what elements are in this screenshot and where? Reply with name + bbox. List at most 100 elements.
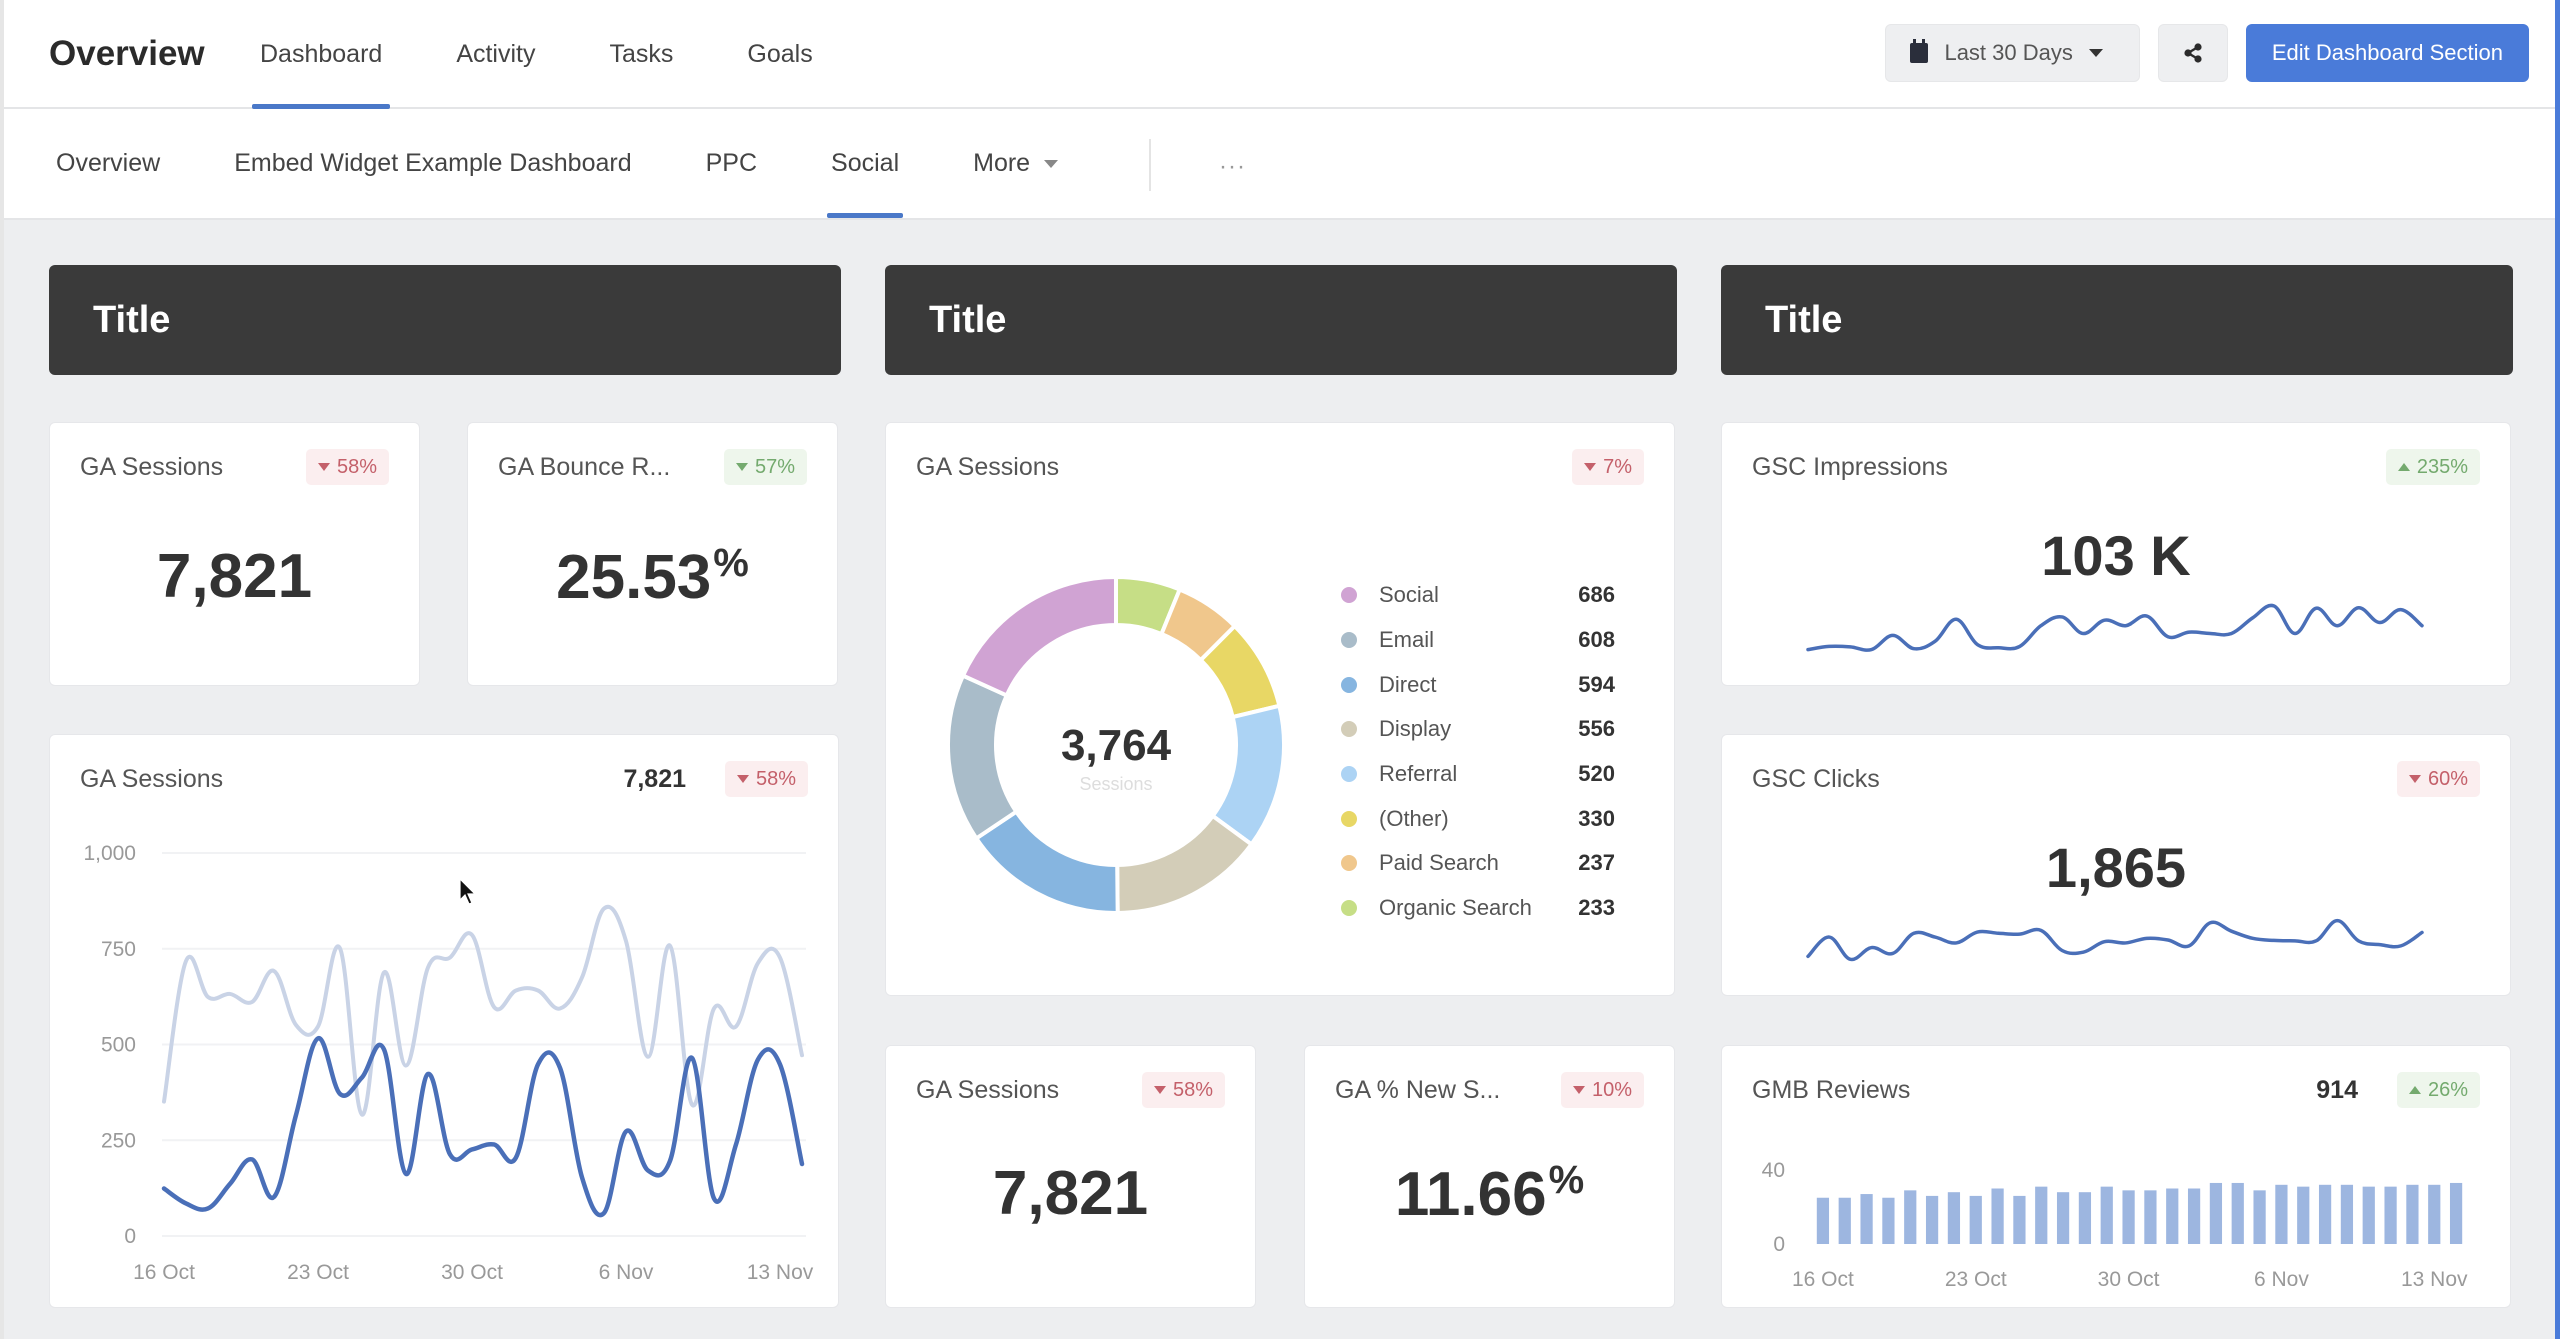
bar <box>2013 1195 2026 1244</box>
y-tick-label: 500 <box>101 1034 136 1057</box>
subtab-overview[interactable]: Overview <box>56 109 160 218</box>
x-tick-label: 23 Oct <box>1945 1268 2007 1291</box>
bar <box>2362 1186 2375 1244</box>
more-options-icon[interactable]: ··· <box>1219 153 1246 181</box>
widget-gmb-reviews[interactable]: GMB Reviews 914 26% 0 40 16 Oct 23 Oct 30 Oc… <box>1721 1045 2511 1308</box>
legend-item[interactable]: (Other) 330 <box>1341 796 1615 841</box>
bar <box>2318 1184 2332 1244</box>
bar <box>1838 1197 1851 1244</box>
x-tick-label: 13 Nov <box>2401 1268 2468 1291</box>
more-label: More <box>973 149 1031 177</box>
y-tick-label: 1,000 <box>83 842 136 865</box>
tab-dashboard[interactable]: Dashboard <box>251 0 391 109</box>
legend-label: Direct <box>1379 671 1437 697</box>
share-button[interactable] <box>2157 24 2228 82</box>
legend-value: 233 <box>1578 895 1615 921</box>
legend-value: 594 <box>1578 671 1615 697</box>
kpi-value: 25.53% <box>468 541 837 613</box>
bar <box>1969 1195 1982 1244</box>
subtab-social[interactable]: Social <box>827 109 904 218</box>
y-tick-label: 0 <box>1773 1233 1785 1256</box>
series-line-previous <box>162 904 804 1117</box>
legend-item[interactable]: Referral 520 <box>1341 752 1615 797</box>
widget-ga-sessions-line-chart[interactable]: GA Sessions 7,821 58% 0 250 500 750 1,000 16 … <box>49 734 839 1308</box>
kpi-value: 7,821 <box>156 542 313 611</box>
widget-ga-bounce-rate[interactable]: GA Bounce R... 57% 25.53% <box>467 422 838 686</box>
change-badge: 58% <box>305 449 389 485</box>
widget-title: GA % New S... <box>1335 1076 1501 1104</box>
x-tick-label: 30 Oct <box>441 1261 503 1284</box>
section-title-2: Title <box>885 265 1677 375</box>
kpi-number: 11.66 <box>1394 1160 1547 1229</box>
arrow-down-icon <box>1153 1086 1166 1094</box>
legend-value: 686 <box>1578 582 1615 608</box>
bar <box>2209 1182 2223 1244</box>
widget-ga-sessions-kpi[interactable]: GA Sessions 58% 7,821 <box>49 422 420 686</box>
donut-center-value: 3,764 <box>1061 721 1172 770</box>
widget-title: GA Sessions <box>80 453 224 481</box>
legend-label: Paid Search <box>1379 850 1499 876</box>
widget-ga-sessions-kpi-2[interactable]: GA Sessions 58% 7,821 <box>885 1045 1256 1308</box>
donut-slice-email <box>946 672 1020 842</box>
subtab-more[interactable]: More <box>973 109 1059 218</box>
x-tick-label: 30 Oct <box>2098 1268 2160 1291</box>
bar <box>2231 1182 2244 1244</box>
change-value: 58% <box>336 455 377 478</box>
edit-dashboard-section-button[interactable]: Edit Dashboard Section <box>2245 24 2529 82</box>
x-tick-label: 6 Nov <box>2254 1268 2309 1291</box>
tab-goals[interactable]: Goals <box>747 0 812 109</box>
bar <box>2144 1190 2157 1244</box>
donut-legend: Social 686 Email 608 Direct 594 Display 556 Refe… <box>1341 573 1615 931</box>
widget-ga-new-sessions[interactable]: GA % New S... 10% 11.66% <box>1304 1045 1675 1308</box>
section-title-3: Title <box>1721 265 2513 375</box>
tab-tasks[interactable]: Tasks <box>610 0 674 109</box>
bar <box>1816 1197 1830 1244</box>
bar <box>1925 1195 1939 1244</box>
change-value: 57% <box>754 455 795 478</box>
widget-title: GA Sessions <box>916 453 1060 481</box>
subtab-embed-widget-example[interactable]: Embed Widget Example Dashboard <box>234 109 631 218</box>
legend-dot-icon <box>1341 632 1357 649</box>
donut-center-label: Sessions <box>1079 774 1152 794</box>
change-badge: 58% <box>1141 1072 1225 1108</box>
arrow-down-icon <box>735 463 748 471</box>
bar <box>2275 1184 2288 1244</box>
legend-item[interactable]: Paid Search 237 <box>1341 841 1615 886</box>
main-tabs: Dashboard Activity Tasks Goals <box>251 0 887 109</box>
bar <box>2449 1182 2463 1244</box>
legend-item[interactable]: Organic Search 233 <box>1341 886 1615 931</box>
date-range-label: Last 30 Days <box>1944 40 2073 65</box>
top-header: Overview Dashboard Activity Tasks Goals … <box>4 0 2555 109</box>
section-title-1: Title <box>49 265 841 375</box>
legend-item[interactable]: Direct 594 <box>1341 662 1615 707</box>
widget-title: GA Sessions <box>916 1076 1060 1104</box>
divider <box>1149 139 1151 191</box>
subtab-ppc[interactable]: PPC <box>706 109 757 218</box>
share-icon <box>2184 43 2202 63</box>
sparkline-path <box>1806 603 2424 652</box>
widget-ga-sessions-donut[interactable]: GA Sessions 7% 3,764 Sessions Social 686 E… <box>885 422 1675 996</box>
legend-value: 237 <box>1578 850 1615 876</box>
bar <box>1991 1188 2004 1244</box>
widget-title: GA Bounce R... <box>498 453 671 481</box>
x-tick-label: 13 Nov <box>747 1261 814 1284</box>
legend-dot-icon <box>1341 900 1357 917</box>
legend-item[interactable]: Social 686 <box>1341 573 1615 618</box>
legend-item[interactable]: Email 608 <box>1341 618 1615 663</box>
date-range-dropdown[interactable]: Last 30 Days <box>1885 24 2140 82</box>
legend-dot-icon <box>1341 676 1357 693</box>
bar <box>2035 1186 2048 1244</box>
legend-dot-icon <box>1341 766 1357 783</box>
legend-label: Organic Search <box>1379 895 1532 921</box>
widget-gsc-impressions[interactable]: GSC Impressions 235% 103 K <box>1721 422 2511 686</box>
bar <box>2122 1190 2135 1244</box>
widget-gsc-clicks[interactable]: GSC Clicks 60% 1,865 <box>1721 734 2511 996</box>
arrow-down-icon <box>1572 1086 1585 1094</box>
legend-item[interactable]: Display 556 <box>1341 707 1615 752</box>
legend-label: Referral <box>1379 761 1458 787</box>
bar <box>1882 1197 1895 1244</box>
kpi-unit: % <box>713 541 749 585</box>
tab-activity[interactable]: Activity <box>456 0 535 109</box>
y-tick-label: 750 <box>101 938 136 961</box>
kpi-value: 7,821 <box>992 1159 1149 1228</box>
